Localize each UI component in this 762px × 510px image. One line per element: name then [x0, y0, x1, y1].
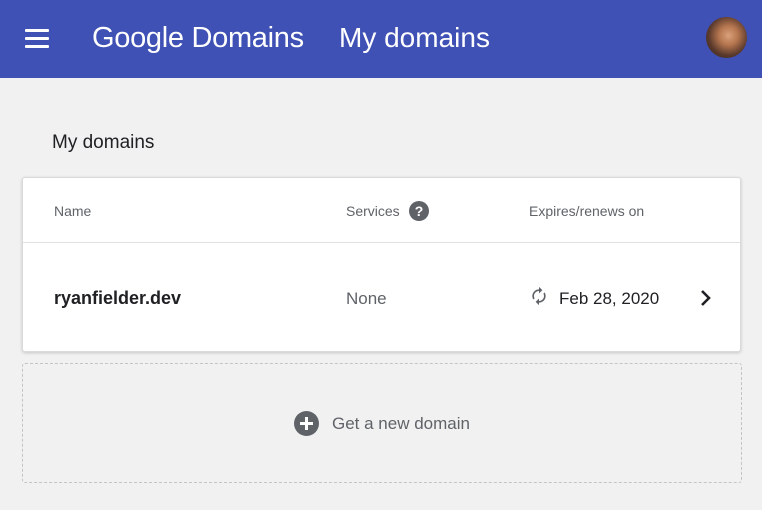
- hamburger-menu-icon[interactable]: [25, 29, 49, 49]
- get-new-domain-button[interactable]: Get a new domain: [22, 363, 742, 483]
- header-page-title: My domains: [339, 22, 490, 53]
- app-bar: Google Domains My domains: [0, 0, 762, 78]
- auto-renew-icon: [532, 286, 546, 306]
- column-header-services: Services: [346, 203, 400, 219]
- user-avatar[interactable]: [706, 17, 747, 58]
- brand-logo[interactable]: Google Domains: [92, 20, 304, 56]
- add-circle-icon: [294, 411, 319, 436]
- help-icon[interactable]: ?: [409, 201, 429, 221]
- column-header-expires: Expires/renews on: [529, 203, 645, 219]
- domains-table: Name Services ? Expires/renews on ryanfi…: [22, 177, 741, 352]
- domain-expiry-date: Feb 28, 2020: [559, 289, 660, 308]
- get-new-domain-label: Get a new domain: [332, 414, 470, 433]
- domain-name[interactable]: ryanfielder.dev: [54, 287, 181, 309]
- table-header: Name Services ? Expires/renews on: [23, 178, 740, 243]
- chevron-right-icon[interactable]: [698, 288, 714, 308]
- column-header-name: Name: [54, 203, 92, 219]
- domain-services: None: [346, 289, 387, 308]
- section-title: My domains: [52, 132, 155, 153]
- table-row[interactable]: ryanfielder.dev None Feb 28, 2020: [23, 243, 740, 352]
